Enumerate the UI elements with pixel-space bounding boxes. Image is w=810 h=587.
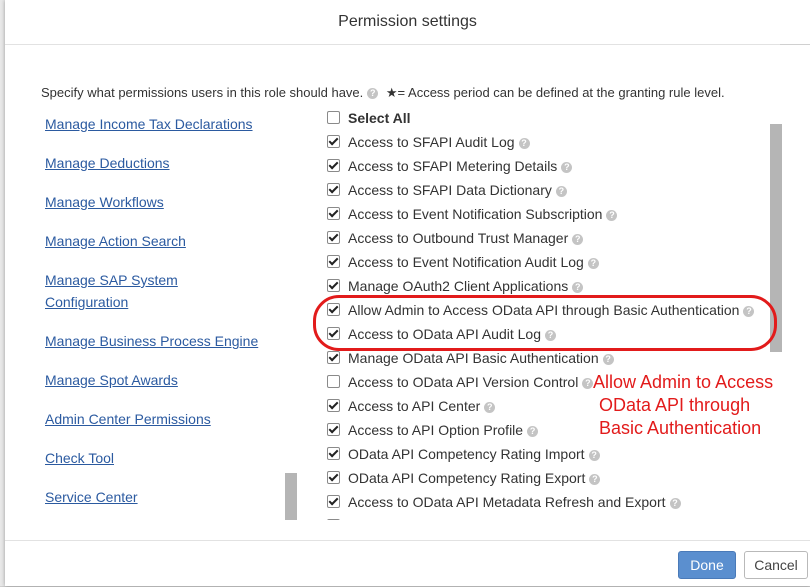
nav-link-label: Manage SAP System xyxy=(45,272,178,288)
left-nav-scrollbar-thumb[interactable] xyxy=(285,473,297,520)
nav-link-label: Manage Business Process Engine xyxy=(45,333,259,349)
help-icon[interactable]: ? xyxy=(367,88,379,99)
permission-label: OData API Competency Rating Import? xyxy=(348,443,600,465)
permission-label-text: Select All xyxy=(348,110,411,126)
permission-label-text: Access to SFAPI Data Dictionary xyxy=(348,182,552,198)
permission-checkbox[interactable] xyxy=(327,399,340,412)
permission-checkbox[interactable] xyxy=(327,135,340,148)
help-icon[interactable]: ? xyxy=(589,474,601,485)
annotation-line-1: Allow Admin to Access xyxy=(593,372,774,392)
done-button[interactable]: Done xyxy=(678,551,736,579)
permission-checkbox[interactable] xyxy=(327,183,340,196)
help-icon[interactable]: ? xyxy=(588,450,600,461)
nav-link-label-line2: Configuration xyxy=(45,294,129,310)
permission-label: Access to Event Notification Subscriptio… xyxy=(348,203,618,225)
nav-link-label: Manage Deductions xyxy=(45,155,170,171)
permission-checkbox[interactable] xyxy=(327,207,340,220)
permission-label: Access to SFAPI Data Dictionary? xyxy=(348,179,567,201)
annotation-highlight-ellipse xyxy=(313,295,777,351)
permission-checkbox[interactable] xyxy=(327,255,340,268)
nav-link-label: Manage Income Tax Declarations xyxy=(45,116,253,132)
help-icon[interactable]: ? xyxy=(582,378,594,389)
permission-label-text: Access to Event Notification Subscriptio… xyxy=(348,206,603,222)
help-icon[interactable]: ? xyxy=(518,138,530,149)
nav-link-label: Admin Center Permissions xyxy=(45,411,211,427)
permission-label: Access to Outbound Trust Manager? xyxy=(348,227,584,249)
nav-link-label: Manage Workflows xyxy=(45,194,164,210)
permission-label: Access to API Center? xyxy=(348,395,496,417)
permission-label: OData API Competency Rating Export? xyxy=(348,467,601,489)
annotation-line-2: OData API through xyxy=(599,395,751,415)
permission-checkbox[interactable] xyxy=(327,423,340,436)
help-icon[interactable]: ? xyxy=(587,258,599,269)
permission-checkbox[interactable] xyxy=(327,519,340,520)
help-icon[interactable]: ? xyxy=(527,426,539,437)
help-icon[interactable]: ? xyxy=(484,402,496,413)
nav-link[interactable]: Manage Business Process Engine xyxy=(45,330,275,352)
permission-label-text: Access to API Option Profile xyxy=(348,422,524,438)
permission-label-text: Access to Event Notification Audit Log xyxy=(348,254,584,270)
nav-link-label: Service Center xyxy=(45,489,138,505)
nav-link[interactable]: Manage Spot Awards xyxy=(45,369,275,391)
permission-label: Access to API Option Profile? xyxy=(348,419,539,441)
permission-label-text: Access to SFAPI Metering Details xyxy=(348,158,558,174)
nav-link-label: Manage Action Search xyxy=(45,233,186,249)
permission-label-text: Manage OAuth2 Client Applications xyxy=(348,278,569,294)
select-all-checkbox[interactable] xyxy=(327,111,340,124)
help-icon[interactable]: ? xyxy=(572,282,584,293)
nav-link[interactable]: Service Center xyxy=(45,486,275,508)
nav-link[interactable]: Manage Income Tax Declarations xyxy=(45,113,275,135)
permission-label-text: Manage OData API Basic Authentication xyxy=(348,350,599,366)
permission-checkbox[interactable] xyxy=(327,495,340,508)
nav-link-label: Manage Spot Awards xyxy=(45,372,178,388)
permission-label: Select All xyxy=(348,108,411,129)
help-icon[interactable]: ? xyxy=(572,234,584,245)
nav-link-label: Check Tool xyxy=(45,450,115,466)
permission-label: Access to SFAPI Metering Details? xyxy=(348,155,573,177)
permission-label-text: Access to OData API Version Control xyxy=(348,374,579,390)
nav-link[interactable]: Check Tool xyxy=(45,447,275,469)
permission-checkbox[interactable] xyxy=(327,351,340,364)
permission-label-text: OData API Competency Rating Import xyxy=(348,446,585,462)
permission-checkbox[interactable] xyxy=(327,159,340,172)
cancel-button[interactable]: Cancel xyxy=(744,551,808,579)
permission-label-text: Access to OData API Data Dictionary xyxy=(348,518,578,520)
permission-label-text: Access to API Center xyxy=(348,398,481,414)
nav-link[interactable]: Manage Deductions xyxy=(45,152,275,174)
help-icon[interactable]: ? xyxy=(602,354,614,365)
permission-settings-dialog: Permission settings Specify what permiss… xyxy=(5,0,810,586)
help-icon[interactable]: ? xyxy=(669,498,681,509)
permission-label: Access to OData API Data Dictionary? xyxy=(348,515,593,520)
permission-checkbox[interactable] xyxy=(327,447,340,460)
dialog-footer: Done Cancel xyxy=(5,540,810,587)
permission-label-text: OData API Competency Rating Export xyxy=(348,470,586,486)
annotation-line-3: Basic Authentication xyxy=(599,418,762,438)
description-text: Specify what permissions users in this r… xyxy=(41,85,364,100)
nav-link[interactable]: Manage Workflows xyxy=(45,191,275,213)
header-divider xyxy=(780,44,810,45)
permission-label: Manage OAuth2 Client Applications? xyxy=(348,275,584,297)
permission-checkbox[interactable] xyxy=(327,375,340,388)
help-icon[interactable]: ? xyxy=(555,186,567,197)
nav-link[interactable]: Manage Action Search xyxy=(45,230,275,252)
help-icon[interactable]: ? xyxy=(606,210,618,221)
permission-label: Access to Event Notification Audit Log? xyxy=(348,251,599,273)
permission-label: Access to SFAPI Audit Log? xyxy=(348,131,530,153)
access-period-note: ★= Access period can be defined at the g… xyxy=(385,85,725,100)
permission-checkbox[interactable] xyxy=(327,279,340,292)
annotation-text: Allow Admin to Access OData API through … xyxy=(593,371,810,440)
dialog-title: Permission settings xyxy=(5,0,810,45)
permission-checkbox[interactable] xyxy=(327,471,340,484)
permission-description: Specify what permissions users in this r… xyxy=(41,85,725,101)
permission-label-text: Access to OData API Metadata Refresh and… xyxy=(348,494,666,510)
nav-link[interactable]: Manage SAP System Configuration xyxy=(45,269,275,313)
permission-label: Access to OData API Metadata Refresh and… xyxy=(348,491,681,513)
nav-link[interactable]: Admin Center Permissions xyxy=(45,408,275,430)
permission-label: Access to OData API Version Control? xyxy=(348,371,594,393)
permission-label-text: Access to Outbound Trust Manager xyxy=(348,230,569,246)
permission-label-text: Access to SFAPI Audit Log xyxy=(348,134,515,150)
permission-checkbox[interactable] xyxy=(327,231,340,244)
help-icon[interactable]: ? xyxy=(561,162,573,173)
